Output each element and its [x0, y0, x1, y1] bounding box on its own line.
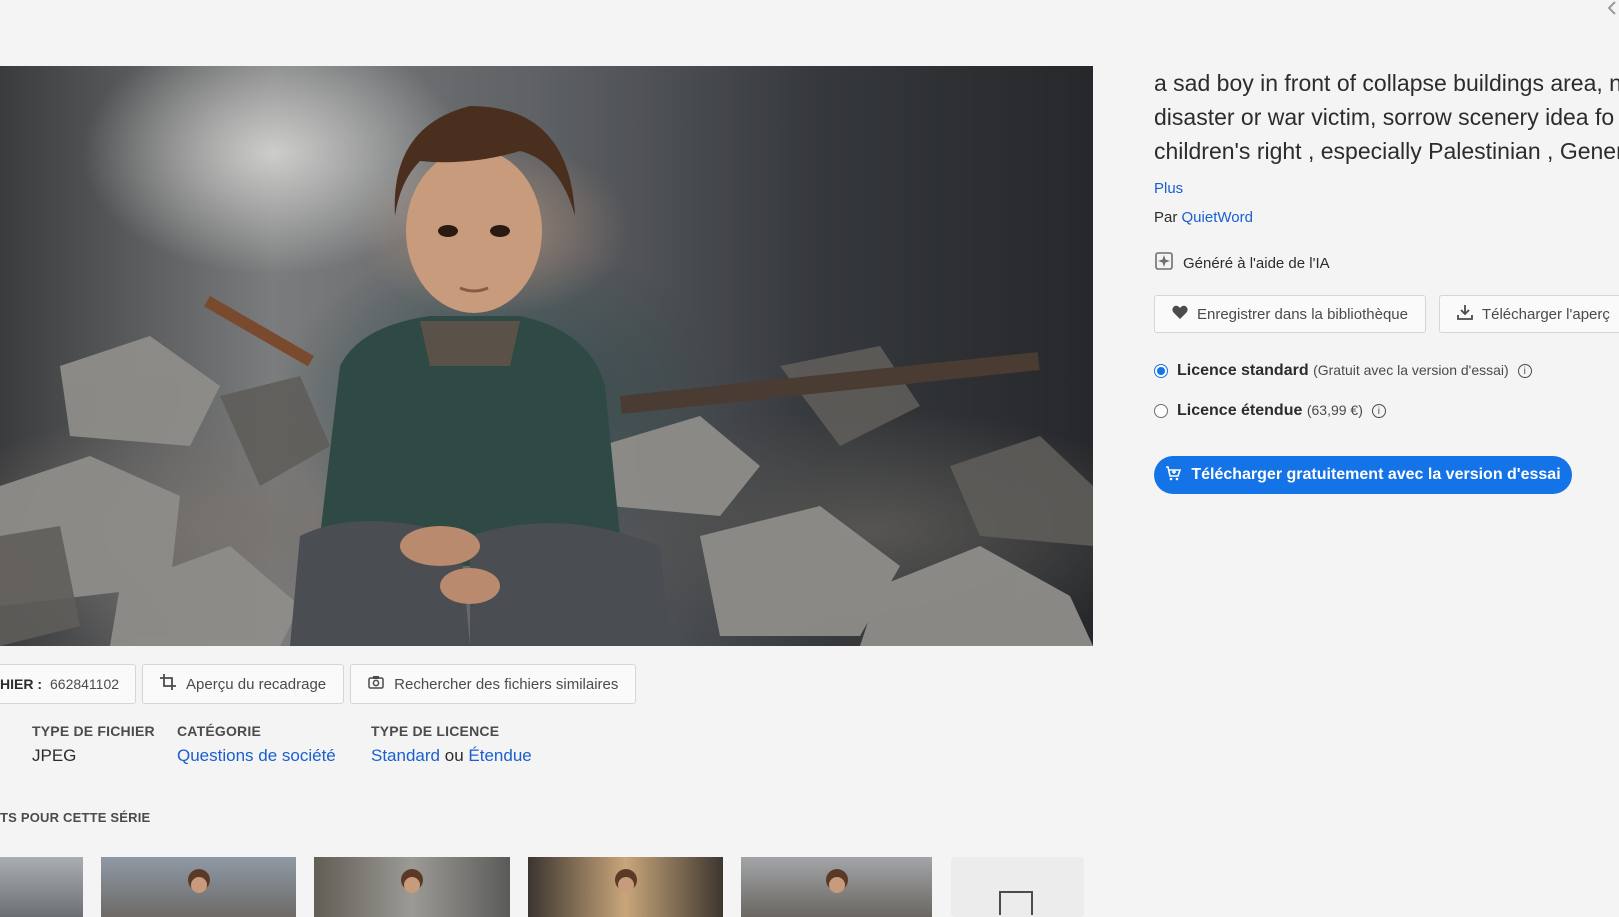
heart-icon — [1172, 305, 1188, 323]
meta-header: CATÉGORIE — [177, 723, 261, 739]
preview-image[interactable] — [0, 66, 1093, 646]
download-preview-button[interactable]: Télécharger l'aperç — [1438, 295, 1619, 333]
meta-header: TYPE DE FICHIER — [32, 723, 155, 739]
info-icon[interactable]: i — [1371, 404, 1386, 418]
license-extended-detail: (63,99 €) — [1306, 402, 1363, 418]
ai-label-text: Généré à l'aide de l'IA — [1183, 254, 1330, 272]
license-standard-detail: (Gratuit avec la version d'essai) — [1313, 362, 1509, 378]
thumbnail-face — [617, 877, 634, 893]
download-preview-label: Télécharger l'aperç — [1481, 305, 1610, 323]
asset-title: a sad boy in front of collapse buildings… — [1154, 66, 1619, 168]
stack-icon — [999, 891, 1033, 915]
standard-license-link[interactable]: Standard — [371, 746, 440, 765]
license-standard-name: Licence standard — [1177, 362, 1309, 379]
license-standard-option[interactable]: Licence standard (Gratuit avec la versio… — [1154, 362, 1532, 380]
thumbnail-face — [404, 877, 420, 893]
title-line: children's right , especially Palestinia… — [1154, 138, 1619, 164]
byline: Par QuietWord — [1154, 209, 1253, 226]
crop-preview-button[interactable]: Aperçu du recadrage — [142, 664, 345, 704]
title-line: disaster or war victim, sorrow scenery i… — [1154, 104, 1615, 130]
ai-sparkle-icon — [1154, 251, 1174, 275]
title-line: a sad boy in front of collapse buildings… — [1154, 70, 1619, 96]
view-all-series-tile[interactable] — [951, 857, 1084, 917]
info-icon[interactable]: i — [1517, 364, 1532, 378]
action-buttons: Enregistrer dans la bibliothèque Télécha… — [1154, 295, 1619, 333]
download-icon — [1457, 304, 1473, 324]
license-extended-option[interactable]: Licence étendue (63,99 €) i — [1154, 402, 1386, 420]
author-link[interactable]: QuietWord — [1182, 209, 1253, 226]
file-id: HIER : 662841102 — [0, 664, 137, 704]
file-id-value: 662841102 — [50, 676, 120, 692]
extended-license-link[interactable]: Étendue — [468, 746, 531, 765]
series-thumbnail[interactable] — [314, 857, 510, 917]
save-to-library-button[interactable]: Enregistrer dans la bibliothèque — [1154, 295, 1426, 333]
more-link[interactable]: Plus — [1154, 180, 1183, 197]
meta-category: CATÉGORIE Questions de société — [177, 723, 336, 766]
find-similar-label: Rechercher des fichiers similaires — [394, 675, 619, 693]
series-thumbnail[interactable] — [0, 857, 83, 917]
download-trial-button[interactable]: Télécharger gratuitement avec la version… — [1154, 456, 1572, 494]
boy-illustration — [0, 106, 1093, 646]
crop-icon — [160, 674, 177, 694]
chevron-left-icon[interactable] — [1599, 0, 1619, 20]
series-thumbnail[interactable] — [528, 857, 723, 917]
license-extended-radio[interactable] — [1154, 404, 1168, 418]
series-thumbnail[interactable] — [101, 857, 296, 917]
or-text: ou — [444, 746, 464, 765]
crop-preview-label: Aperçu du recadrage — [186, 675, 327, 693]
meta-license-type: TYPE DE LICENCE Standard ou Étendue — [371, 723, 532, 766]
file-tools-row: HIER : 662841102 Aperçu du recadrage Rec… — [0, 664, 637, 704]
ai-generated-label: Généré à l'aide de l'IA — [1154, 251, 1330, 275]
thumbnail-face — [190, 877, 207, 893]
cart-icon — [1165, 465, 1182, 486]
meta-file-type: TYPE DE FICHIER JPEG — [32, 723, 155, 766]
thumbnail-face — [828, 877, 845, 893]
file-id-label: HIER : — [0, 676, 42, 692]
series-heading: TS POUR CETTE SÉRIE — [0, 810, 151, 825]
byline-prefix: Par — [1154, 209, 1178, 226]
series-thumbnail[interactable] — [741, 857, 932, 917]
license-extended-name: Licence étendue — [1177, 402, 1303, 419]
download-trial-label: Télécharger gratuitement avec la version… — [1191, 466, 1561, 483]
camera-icon — [368, 675, 384, 693]
save-button-label: Enregistrer dans la bibliothèque — [1197, 305, 1408, 323]
meta-header: TYPE DE LICENCE — [371, 723, 500, 739]
category-link[interactable]: Questions de société — [177, 746, 336, 765]
license-standard-radio[interactable] — [1154, 364, 1168, 378]
meta-value: JPEG — [32, 746, 77, 765]
find-similar-button[interactable]: Rechercher des fichiers similaires — [350, 664, 637, 704]
